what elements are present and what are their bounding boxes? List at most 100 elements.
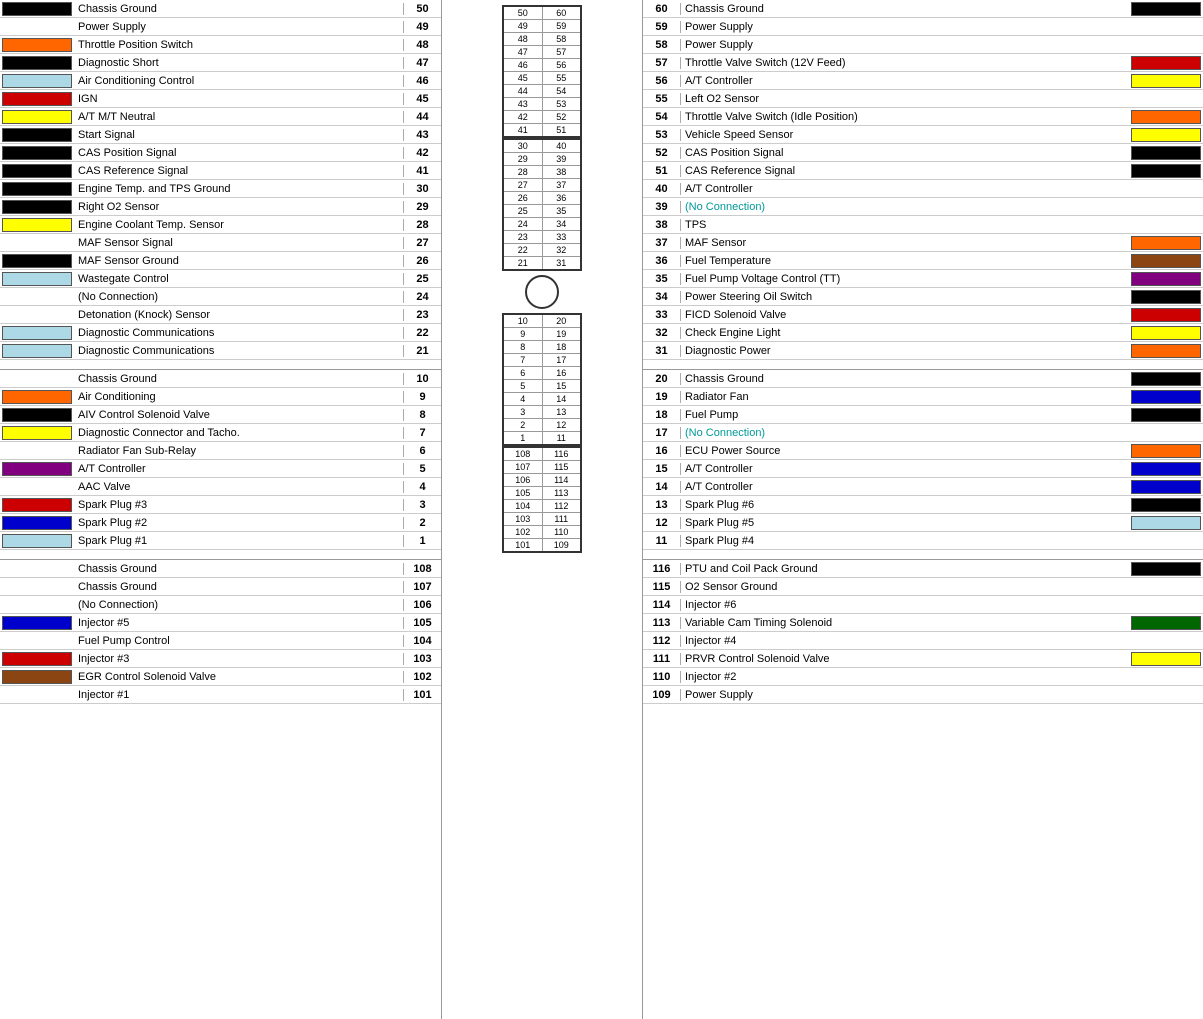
color-swatch [1131,236,1201,250]
connector-table: 1081161071151061141051131041121031111021… [502,446,582,553]
pin-label: Throttle Valve Switch (Idle Position) [681,111,1131,123]
pin-number: 108 [403,563,441,575]
pin-label: Diagnostic Short [76,57,403,69]
color-swatch [1131,426,1201,440]
table-row: 14A/T Controller [643,478,1203,496]
pin-label: A/T Controller [681,183,1131,195]
color-swatch [1131,254,1201,268]
table-row: Spark Plug #11 [0,532,441,550]
pin-number: 34 [643,291,681,303]
pin-label: CAS Reference Signal [76,165,403,177]
pin-number: 49 [403,21,441,33]
pin-label: Spark Plug #3 [76,499,403,511]
pin-number: 53 [643,129,681,141]
pin-number: 25 [403,273,441,285]
pin-label: Detonation (Knock) Sensor [76,309,403,321]
table-row: 13Spark Plug #6 [643,496,1203,514]
color-swatch [1131,688,1201,702]
color-swatch [2,128,72,142]
color-swatch [1131,462,1201,476]
pin-number: 44 [403,111,441,123]
color-swatch [2,408,72,422]
pin-label: FICD Solenoid Valve [681,309,1131,321]
color-swatch [1131,616,1201,630]
pin-number: 11 [643,535,681,547]
pin-number: 45 [403,93,441,105]
table-row: Power Supply49 [0,18,441,36]
pin-number: 54 [643,111,681,123]
pin-label: AAC Valve [76,481,403,493]
pin-label: EGR Control Solenoid Valve [76,671,403,683]
table-row: 31Diagnostic Power [643,342,1203,360]
table-row: 52CAS Position Signal [643,144,1203,162]
table-row: 20Chassis Ground [643,370,1203,388]
pin-number: 36 [643,255,681,267]
table-row: 17(No Connection) [643,424,1203,442]
color-swatch [2,516,72,530]
table-row: 109Power Supply [643,686,1203,704]
table-row: Radiator Fan Sub-Relay6 [0,442,441,460]
pin-number: 4 [403,481,441,493]
pin-label: Diagnostic Communications [76,345,403,357]
pin-label: Chassis Ground [76,373,403,385]
table-row: Spark Plug #22 [0,514,441,532]
right-panel: 60Chassis Ground59Power Supply58Power Su… [642,0,1203,1019]
pin-label: MAF Sensor [681,237,1131,249]
pin-number: 116 [643,563,681,575]
pin-number: 111 [643,653,681,665]
pin-label: Injector #6 [681,599,1131,611]
pin-number: 101 [403,689,441,701]
pin-label: Fuel Temperature [681,255,1131,267]
table-row: 38TPS [643,216,1203,234]
pin-label: Throttle Valve Switch (12V Feed) [681,57,1131,69]
table-row: CAS Position Signal42 [0,144,441,162]
pin-label: Check Engine Light [681,327,1131,339]
color-swatch [1131,128,1201,142]
pin-label: Air Conditioning [76,391,403,403]
table-row: 34Power Steering Oil Switch [643,288,1203,306]
pin-number: 42 [403,147,441,159]
color-swatch [1131,2,1201,16]
color-swatch [2,164,72,178]
pin-label: CAS Reference Signal [681,165,1131,177]
pin-label: Chassis Ground [76,563,403,575]
color-swatch [1131,56,1201,70]
table-row: Chassis Ground50 [0,0,441,18]
pin-label: PTU and Coil Pack Ground [681,563,1131,575]
table-row: Air Conditioning9 [0,388,441,406]
table-row: Engine Temp. and TPS Ground30 [0,180,441,198]
right-mid-section: 20Chassis Ground19Radiator Fan18Fuel Pum… [643,370,1203,550]
table-row: Right O2 Sensor29 [0,198,441,216]
table-row: Chassis Ground10 [0,370,441,388]
pin-number: 15 [643,463,681,475]
pin-label: MAF Sensor Ground [76,255,403,267]
pin-number: 20 [643,373,681,385]
color-swatch [2,182,72,196]
pin-number: 38 [643,219,681,231]
color-swatch [1131,372,1201,386]
color-swatch [2,56,72,70]
pin-number: 3 [403,499,441,511]
pin-label: Spark Plug #2 [76,517,403,529]
table-row: 57Throttle Valve Switch (12V Feed) [643,54,1203,72]
pin-label: Chassis Ground [681,373,1131,385]
pin-label: MAF Sensor Signal [76,237,403,249]
table-row: 16ECU Power Source [643,442,1203,460]
left-panel: Chassis Ground50Power Supply49Throttle P… [0,0,442,1019]
pin-number: 102 [403,671,441,683]
color-swatch [2,462,72,476]
color-swatch [2,598,72,612]
pin-number: 18 [643,409,681,421]
pin-number: 106 [403,599,441,611]
pin-label: IGN [76,93,403,105]
pin-label: A/T Controller [681,463,1131,475]
color-swatch [2,480,72,494]
color-swatch [1131,408,1201,422]
table-row: 18Fuel Pump [643,406,1203,424]
pin-number: 112 [643,635,681,647]
pin-number: 2 [403,517,441,529]
color-swatch [2,272,72,286]
table-row: Diagnostic Short47 [0,54,441,72]
connector-circle [525,275,559,309]
table-row: 53Vehicle Speed Sensor [643,126,1203,144]
